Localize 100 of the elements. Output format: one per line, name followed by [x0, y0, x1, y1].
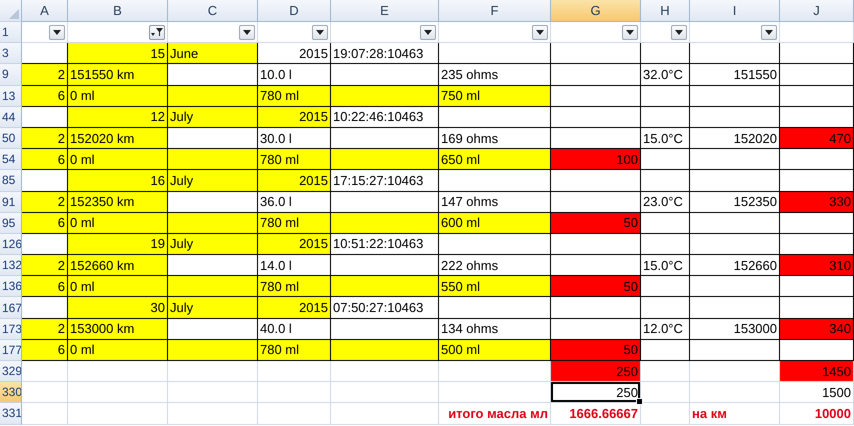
table-cell: 780 ml — [258, 86, 331, 107]
column-header[interactable]: E — [331, 0, 439, 22]
table-cell: 0 ml — [68, 149, 168, 170]
column-header[interactable]: I — [690, 0, 780, 22]
filter-button[interactable] — [532, 24, 548, 40]
filter-button[interactable] — [149, 24, 165, 40]
column-header[interactable]: B — [68, 0, 168, 22]
table-cell: 1450 — [780, 361, 854, 382]
table-cell: 330 — [780, 192, 854, 213]
table-cell: 50 — [551, 212, 641, 234]
table-cell: 310 — [780, 255, 854, 276]
filter-button[interactable] — [420, 24, 436, 40]
table-cell — [641, 276, 690, 298]
table-cell: 780 ml — [258, 276, 331, 298]
table-cell: 780 ml — [258, 212, 331, 234]
row-header[interactable]: 9 — [0, 64, 22, 86]
table-cell: 50 — [551, 276, 641, 298]
table-cell: 470 — [780, 128, 854, 150]
table-cell: 32.0°C — [641, 64, 690, 86]
table-cell: 2 — [22, 255, 68, 276]
row-header[interactable]: 85 — [0, 170, 22, 192]
table-cell: 2015 — [258, 106, 331, 128]
row-header[interactable]: 91 — [0, 192, 22, 213]
table-cell: July — [168, 234, 258, 256]
table-cell: 2 — [22, 192, 68, 213]
table-cell: 2015 — [258, 170, 331, 192]
filter-button[interactable] — [239, 24, 255, 40]
row-header[interactable]: 95 — [0, 212, 22, 234]
table-cell: 2 — [22, 318, 68, 340]
row-header[interactable]: 44 — [0, 106, 22, 128]
table-cell: 12.0°C — [641, 318, 690, 340]
table-cell: 6 — [22, 212, 68, 234]
filter-button[interactable] — [49, 24, 65, 40]
row-header[interactable]: 177 — [0, 340, 22, 361]
table-cell: 50 — [551, 340, 641, 361]
table-cell: 600 ml — [439, 212, 551, 234]
table-cell: на км — [690, 403, 780, 425]
table-cell: 550 ml — [439, 276, 551, 298]
column-header[interactable]: C — [168, 0, 258, 22]
column-header[interactable]: G — [551, 0, 641, 22]
column-header[interactable]: F — [439, 0, 551, 22]
table-cell: June — [168, 43, 258, 64]
table-cell — [22, 361, 68, 382]
table-cell: 250 — [551, 382, 641, 404]
table-cell: 15.0°C — [641, 128, 690, 150]
table-cell: July — [168, 170, 258, 192]
table-cell: 152020 km — [68, 128, 168, 150]
table-cell — [641, 234, 690, 256]
table-cell — [641, 340, 690, 361]
table-cell: 2015 — [258, 43, 331, 64]
table-cell: 151550 km — [68, 64, 168, 86]
table-cell: 250 — [551, 361, 641, 382]
table-cell: 17:15:27:10463 — [331, 170, 439, 192]
table-cell: 0 ml — [68, 340, 168, 361]
table-cell — [22, 382, 68, 404]
row-header[interactable]: 331 — [0, 403, 22, 425]
table-cell: 19 — [68, 234, 168, 256]
table-cell: 152350 km — [68, 192, 168, 213]
table-cell: July — [168, 106, 258, 128]
filter-button[interactable] — [312, 24, 328, 40]
table-cell: 2 — [22, 64, 68, 86]
table-cell: 19:07:28:10463 — [331, 43, 439, 64]
row-header[interactable]: 329 — [0, 361, 22, 382]
table-cell: 100 — [551, 149, 641, 170]
row-header[interactable]: 3 — [0, 43, 22, 64]
row-header[interactable]: 132 — [0, 255, 22, 276]
column-header[interactable]: A — [22, 0, 68, 22]
table-cell: 10:22:46:10463 — [331, 106, 439, 128]
table-cell: 153000 km — [68, 318, 168, 340]
table-cell: 16 — [68, 170, 168, 192]
table-cell: July — [168, 297, 258, 319]
table-cell: 15 — [68, 43, 168, 64]
filter-button[interactable] — [671, 24, 687, 40]
table-cell — [641, 361, 690, 382]
table-cell: 15.0°C — [641, 255, 690, 276]
table-cell: 23.0°C — [641, 192, 690, 213]
table-cell: 12 — [68, 106, 168, 128]
table-cell: 2 — [22, 128, 68, 150]
table-cell — [641, 106, 690, 128]
table-cell — [641, 149, 690, 170]
table-cell: 500 ml — [439, 340, 551, 361]
column-header[interactable]: D — [258, 0, 331, 22]
table-cell — [641, 86, 690, 107]
table-cell: 1666.66667 — [551, 403, 641, 425]
row-header[interactable]: 54 — [0, 149, 22, 170]
table-cell: 2015 — [258, 297, 331, 319]
table-cell: 152660 km — [68, 255, 168, 276]
table-cell: 780 ml — [258, 149, 331, 170]
filter-button[interactable] — [622, 24, 638, 40]
row-header[interactable]: 167 — [0, 297, 22, 319]
column-header[interactable]: H — [641, 0, 690, 22]
row-header[interactable]: 50 — [0, 128, 22, 150]
table-cell: 2015 — [258, 234, 331, 256]
table-cell: 07:50:27:10463 — [331, 297, 439, 319]
row-header[interactable]: 13 — [0, 86, 22, 107]
row-header[interactable]: 1 — [0, 22, 22, 44]
column-header[interactable]: J — [780, 0, 854, 22]
table-cell: 10:51:22:10463 — [331, 234, 439, 256]
table-cell: 30 — [68, 297, 168, 319]
filter-button[interactable] — [761, 24, 777, 40]
